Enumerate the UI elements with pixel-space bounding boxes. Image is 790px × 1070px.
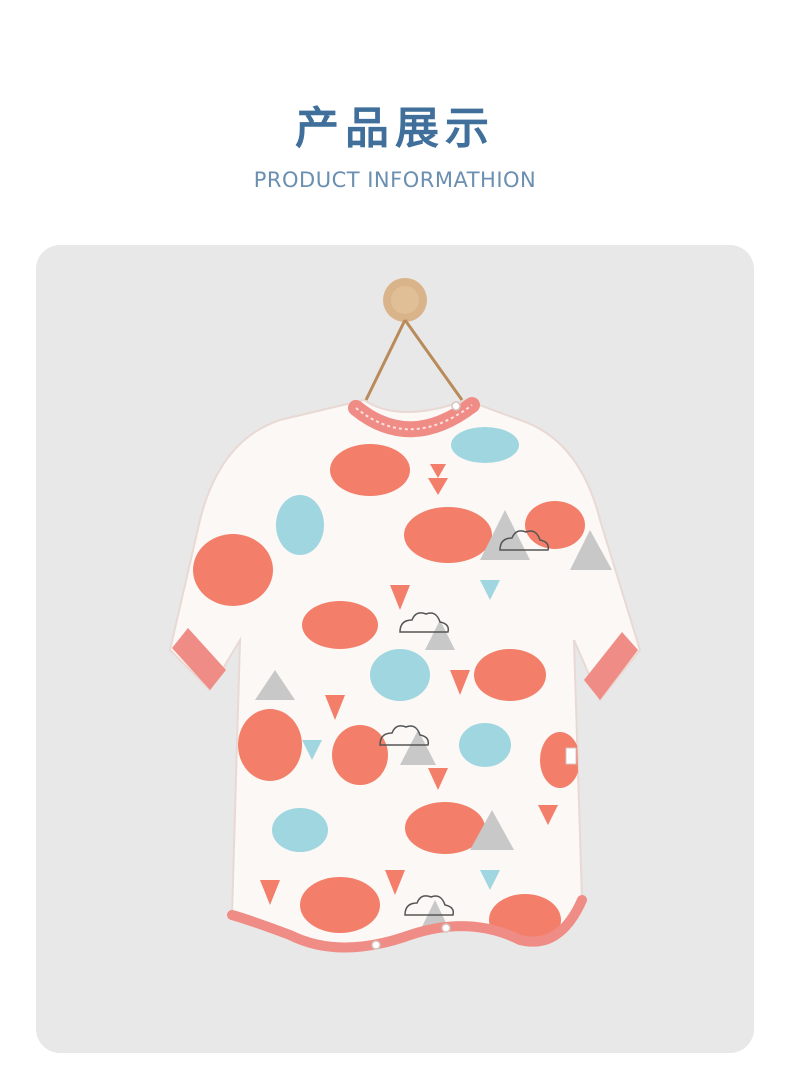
gown-body — [168, 397, 642, 953]
wooden-hook — [364, 278, 464, 401]
page-subtitle: PRODUCT INFORMATHION — [253, 168, 537, 192]
sleeping-gown-illustration — [168, 278, 642, 953]
page-title: 产品展示 — [295, 103, 495, 154]
product-photo — [36, 245, 754, 1053]
